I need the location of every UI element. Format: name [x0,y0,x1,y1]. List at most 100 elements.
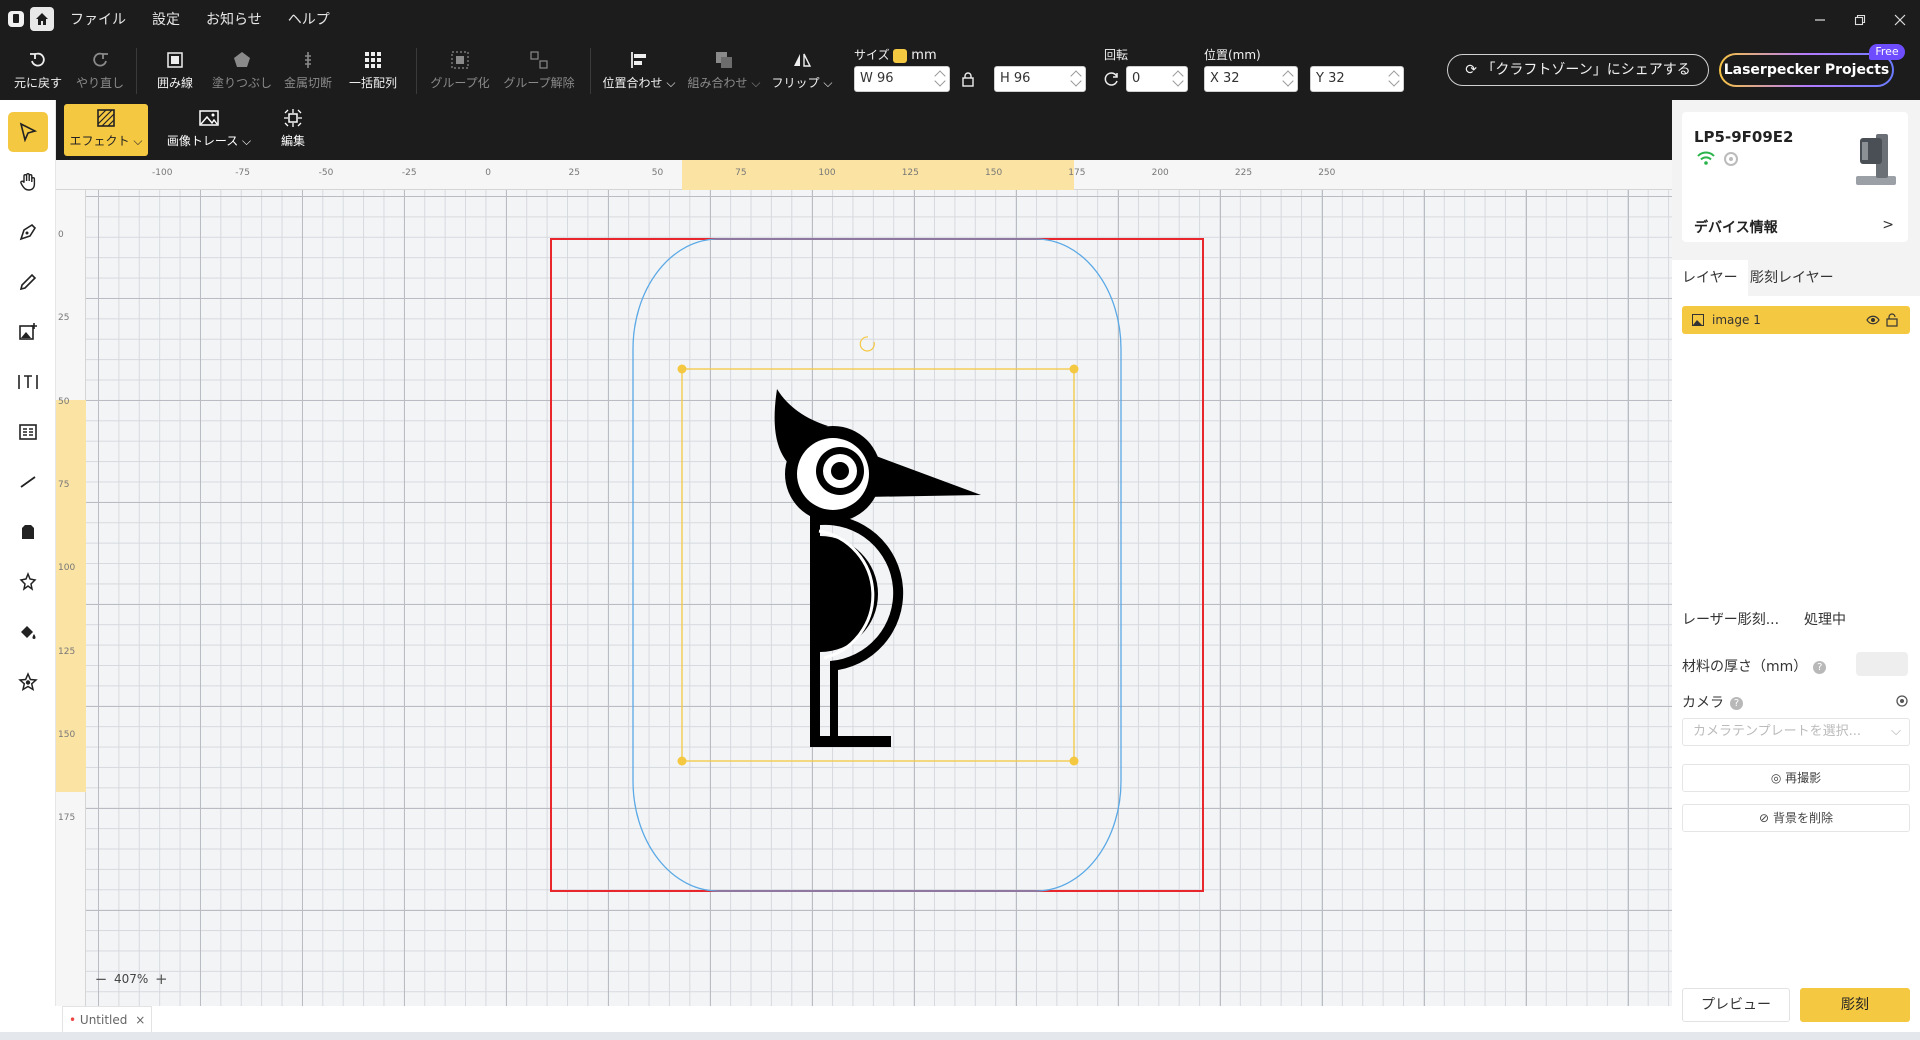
pencil-icon [19,273,37,291]
image-trace-icon [199,110,219,126]
paint-bucket-icon [21,626,36,639]
y-position-field[interactable]: Y 32 [1310,66,1404,92]
chevron-right-icon[interactable]: > [1882,217,1894,233]
document-tab[interactable]: • Untitled × [62,1006,153,1032]
main-toolbar: 元に戻す やり直し 囲み線 塗りつぶし 金属切断 一括配列 グループ化 グループ… [0,40,1920,100]
group-label: グループ化 [430,76,490,90]
image-trace-button[interactable]: 画像トレース ⌵ [162,104,256,156]
line-icon [20,476,36,488]
resize-handle[interactable] [677,756,687,766]
menu-help[interactable]: ヘルプ [288,0,330,40]
undo-button[interactable]: 元に戻す [12,46,64,98]
resize-handle[interactable] [1069,756,1079,766]
home-icon[interactable] [30,7,54,31]
remove-background-button[interactable]: ⊘ 背景を削除 [1682,804,1910,832]
magic-wand-icon [19,572,37,591]
align-button[interactable]: 位置合わせ ⌵ [602,46,676,98]
image-tool[interactable] [8,312,48,352]
design-canvas[interactable]: -100 -75 -50 -25 0 25 50 75 100 125 150 175 200 225 25… [56,160,1672,1006]
preview-button[interactable]: プレビュー [1682,988,1790,1022]
resize-handle[interactable] [1069,364,1079,374]
size-label: サイズ mm [854,48,937,63]
unlock-icon[interactable] [1886,313,1898,327]
zoom-out-button[interactable]: − [92,970,110,988]
laserpecker-projects-button[interactable]: Laserpecker Projects [1719,53,1894,87]
processing-panel: 材料の厚さ（mm）? カメラ? カメラテンプレートを選択... ⌵ ◎ 再撮影 ⊘… [1672,642,1920,1032]
close-tab-icon[interactable]: × [135,1013,145,1027]
device-info-link[interactable]: デバイス情報 [1694,217,1778,237]
barcode-tool[interactable] [8,412,48,452]
tab-layers[interactable]: レイヤー [1672,260,1748,296]
eye-icon[interactable] [1866,314,1880,326]
height-field[interactable]: H 96 [994,66,1086,92]
flip-label: フリップ ⌵ [771,76,833,90]
magic-tool[interactable] [8,562,48,602]
ungroup-button[interactable]: グループ解除 [500,46,578,98]
layer-name: image 1 [1712,313,1761,327]
zoom-in-button[interactable]: + [152,970,170,988]
camera-settings-icon[interactable] [1895,694,1909,708]
device-name: LP5-9F09E2 [1694,128,1794,146]
device-card[interactable]: LP5-9F09E2 デバイス情報 > [1682,112,1908,242]
thickness-label: 材料の厚さ（mm）? [1682,656,1827,676]
group-button[interactable]: グループ化 [428,46,492,98]
tab-processing[interactable]: 処理中 [1794,598,1856,642]
select-tool[interactable] [8,112,48,152]
ungroup-label: グループ解除 [503,76,575,90]
pen-tool[interactable] [8,212,48,252]
star-shape-tool[interactable] [8,662,48,702]
redo-button[interactable]: やり直し [74,46,126,98]
tab-engrave-layers[interactable]: 彫刻レイヤー [1740,260,1844,296]
metal-cut-label: 金属切断 [283,76,332,90]
fill-label: 塗りつぶし [211,76,273,90]
x-position-field[interactable]: X 32 [1204,66,1298,92]
device-outline [632,238,1122,892]
layer-tabs: レイヤー 彫刻レイヤー [1672,260,1920,296]
camera-label: カメラ? [1682,692,1743,712]
minimize-button[interactable] [1800,0,1840,40]
camera-template-select[interactable]: カメラテンプレートを選択... ⌵ [1682,718,1910,746]
menu-file[interactable]: ファイル [70,0,126,40]
star-icon [18,672,38,692]
unit-toggle[interactable] [893,48,908,63]
selection-box[interactable] [681,368,1075,762]
tab-laser-engrave[interactable]: レーザー彫刻... [1672,598,1789,642]
shape-tool[interactable] [8,512,48,552]
pencil-tool[interactable] [8,262,48,302]
combine-button[interactable]: 組み合わせ ⌵ [686,46,762,98]
close-button[interactable] [1880,0,1920,40]
share-craftzone-button[interactable]: ⟳ 「クラフトゾーン」にシェアする [1447,54,1709,86]
engrave-button[interactable]: 彫刻 [1800,988,1910,1022]
menu-news[interactable]: お知らせ [206,0,262,40]
pan-tool[interactable] [8,162,48,202]
edit-button[interactable]: 編集 [268,104,318,156]
title-bar: ファイル 設定 お知らせ ヘルプ [0,0,1920,40]
thickness-input[interactable] [1856,652,1908,676]
effect-button[interactable]: エフェクト ⌵ [64,104,148,156]
line-tool[interactable] [8,462,48,502]
array-button[interactable]: 一括配列 [342,46,404,98]
resize-handle[interactable] [677,364,687,374]
help-icon[interactable]: ? [1813,660,1827,674]
lock-icon[interactable] [960,71,976,91]
metal-cut-button[interactable]: 金属切断 [282,46,334,98]
remove-bg-icon: ⊘ [1759,811,1770,825]
help-icon[interactable]: ? [1730,696,1743,710]
flip-button[interactable]: フリップ ⌵ [770,46,834,98]
outline-button[interactable]: 囲み線 [148,46,202,98]
paint-bucket-tool[interactable] [8,612,48,652]
edit-transform-icon [284,109,302,127]
unsaved-dot: • [69,1013,77,1027]
rotate-handle[interactable] [859,336,875,352]
layer-item[interactable]: image 1 [1682,306,1910,334]
restore-button[interactable] [1840,0,1880,40]
menu-settings[interactable]: 設定 [152,0,180,40]
fill-button[interactable]: 塗りつぶし [210,46,274,98]
width-field[interactable]: W 96 [854,66,950,92]
rotate-field[interactable]: 0 [1126,66,1188,92]
outline-label: 囲み線 [156,76,193,90]
status-strip [0,1032,1920,1040]
woodpecker-image[interactable] [774,389,981,747]
retake-button[interactable]: ◎ 再撮影 [1682,764,1910,792]
text-tool[interactable] [8,362,48,402]
